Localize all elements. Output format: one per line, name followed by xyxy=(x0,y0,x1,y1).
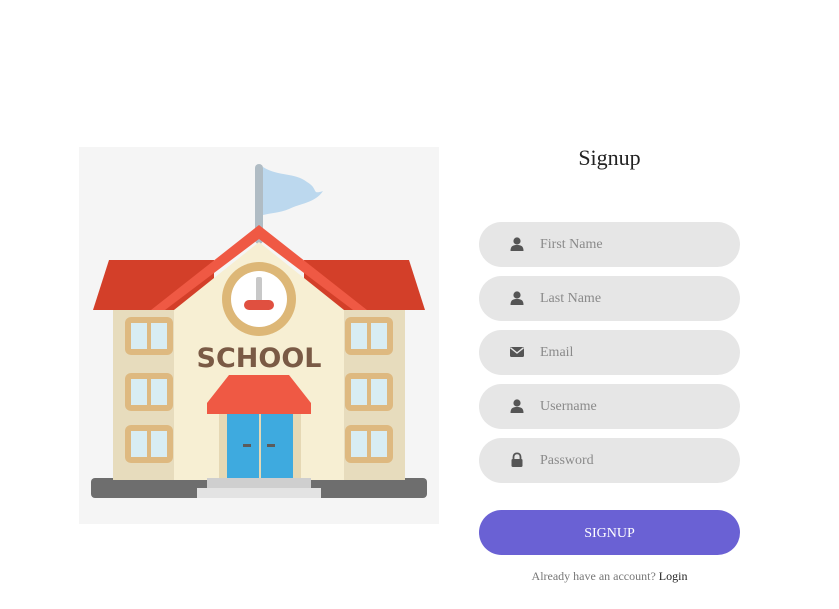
clock-hand xyxy=(256,277,262,302)
last-name-input[interactable] xyxy=(540,276,725,321)
email-field[interactable] xyxy=(479,330,740,375)
school-sign: SCHOOL xyxy=(197,343,322,374)
door-canopy-front xyxy=(207,403,311,414)
door-handle-left xyxy=(243,444,251,447)
right-windows xyxy=(345,317,393,463)
clock-hand-red xyxy=(244,300,274,310)
first-name-input[interactable] xyxy=(540,222,725,267)
school-illustration: SCHOOL xyxy=(79,147,439,524)
step-bottom xyxy=(197,488,321,498)
first-name-field[interactable] xyxy=(479,222,740,267)
last-name-field[interactable] xyxy=(479,276,740,321)
signup-form: Signup SIGNUP xyxy=(479,140,740,600)
username-field[interactable] xyxy=(479,384,740,429)
lock-icon xyxy=(511,452,523,467)
school-building-image: SCHOOL xyxy=(91,164,427,498)
password-field[interactable] xyxy=(479,438,740,483)
envelope-icon xyxy=(510,347,524,357)
door-right xyxy=(261,414,293,478)
password-input[interactable] xyxy=(540,438,725,483)
login-link[interactable]: Login xyxy=(659,569,688,583)
user-icon xyxy=(510,237,524,251)
login-prompt-text: Already have an account? xyxy=(531,569,656,583)
left-windows xyxy=(125,317,173,463)
signup-button[interactable]: SIGNUP xyxy=(479,510,740,555)
user-icon xyxy=(510,399,524,413)
login-prompt-line: Already have an account? Login xyxy=(479,569,740,584)
username-input[interactable] xyxy=(540,384,725,429)
step-top xyxy=(207,478,311,488)
email-input[interactable] xyxy=(540,330,725,375)
door-handle-right xyxy=(267,444,275,447)
flag xyxy=(263,167,323,215)
form-title: Signup xyxy=(578,145,641,170)
user-icon xyxy=(510,291,524,305)
